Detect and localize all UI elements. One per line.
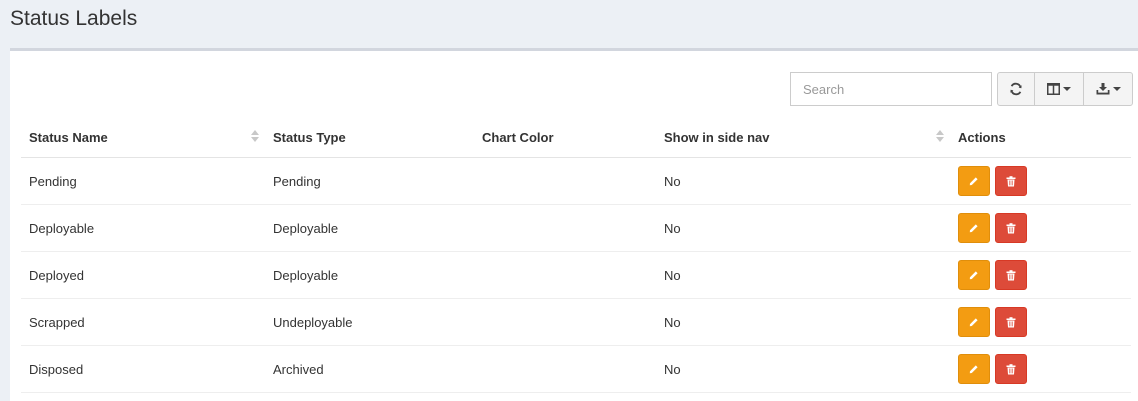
columns-button[interactable] [1034, 72, 1084, 106]
table-row: Pending Pending No [21, 157, 1131, 205]
download-icon [1096, 83, 1109, 95]
column-header-label: Show in side nav [664, 129, 770, 145]
pencil-icon [969, 271, 978, 280]
delete-button[interactable] [995, 213, 1027, 243]
cell-status-type: Undeployable [265, 298, 474, 346]
trash-icon [1006, 316, 1016, 327]
cell-status-name: Deployable [21, 204, 265, 252]
status-labels-table: Status Name Status Type Chart Color Show… [21, 117, 1131, 393]
chevron-down-icon [1112, 87, 1121, 91]
toolbar-button-group [997, 72, 1133, 106]
cell-show-in-nav: No [656, 251, 950, 299]
refresh-icon [1010, 82, 1022, 96]
cell-chart-color [474, 157, 656, 205]
cell-status-name: Disposed [21, 345, 265, 393]
delete-button[interactable] [995, 354, 1027, 384]
trash-icon [1006, 363, 1016, 374]
column-header-label: Chart Color [482, 129, 554, 145]
sort-icon [936, 130, 944, 142]
delete-button[interactable] [995, 166, 1027, 196]
cell-status-name: Pending [21, 157, 265, 205]
cell-chart-color [474, 345, 656, 393]
refresh-button[interactable] [997, 72, 1035, 106]
cell-show-in-nav: No [656, 345, 950, 393]
pencil-icon [969, 224, 978, 233]
cell-chart-color [474, 251, 656, 299]
column-header-label: Actions [958, 129, 1006, 145]
column-header-label: Status Type [273, 129, 346, 145]
trash-icon [1006, 175, 1016, 186]
cell-actions [950, 157, 1131, 205]
table-row: Disposed Archived No [21, 345, 1131, 393]
cell-status-type: Deployable [265, 204, 474, 252]
page-header: Status Labels [0, 0, 1138, 48]
cell-status-type: Deployable [265, 251, 474, 299]
delete-button[interactable] [995, 260, 1027, 290]
delete-button[interactable] [995, 307, 1027, 337]
column-header-actions: Actions [950, 117, 1131, 158]
column-header-label: Status Name [29, 129, 108, 145]
table-row: Deployed Deployable No [21, 251, 1131, 299]
cell-chart-color [474, 298, 656, 346]
pencil-icon [969, 177, 978, 186]
column-header-status-type: Status Type [265, 117, 474, 158]
column-header-chart-color: Chart Color [474, 117, 656, 158]
cell-status-name: Deployed [21, 251, 265, 299]
column-header-show-in-nav[interactable]: Show in side nav [656, 117, 950, 158]
cell-show-in-nav: No [656, 298, 950, 346]
edit-button[interactable] [958, 307, 990, 337]
cell-status-name: Scrapped [21, 298, 265, 346]
edit-button[interactable] [958, 260, 990, 290]
cell-status-type: Archived [265, 345, 474, 393]
columns-icon [1047, 83, 1060, 95]
edit-button[interactable] [958, 166, 990, 196]
trash-icon [1006, 222, 1016, 233]
table-row: Deployable Deployable No [21, 204, 1131, 252]
cell-show-in-nav: No [656, 204, 950, 252]
cell-actions [950, 204, 1131, 252]
cell-actions [950, 298, 1131, 346]
table-toolbar [790, 72, 1133, 106]
table-row: Scrapped Undeployable No [21, 298, 1131, 346]
cell-actions [950, 345, 1131, 393]
cell-status-type: Pending [265, 157, 474, 205]
cell-chart-color [474, 204, 656, 252]
edit-button[interactable] [958, 213, 990, 243]
status-labels-box: Status Name Status Type Chart Color Show… [10, 48, 1138, 401]
cell-show-in-nav: No [656, 157, 950, 205]
edit-button[interactable] [958, 354, 990, 384]
page-title: Status Labels [10, 7, 138, 30]
search-input[interactable] [790, 72, 992, 106]
pencil-icon [969, 318, 978, 327]
cell-actions [950, 251, 1131, 299]
sort-icon [251, 130, 259, 142]
pencil-icon [969, 365, 978, 374]
trash-icon [1006, 269, 1016, 280]
export-button[interactable] [1083, 72, 1133, 106]
chevron-down-icon [1063, 87, 1071, 91]
table-header-row: Status Name Status Type Chart Color Show… [21, 117, 1131, 158]
column-header-status-name[interactable]: Status Name [21, 117, 265, 158]
